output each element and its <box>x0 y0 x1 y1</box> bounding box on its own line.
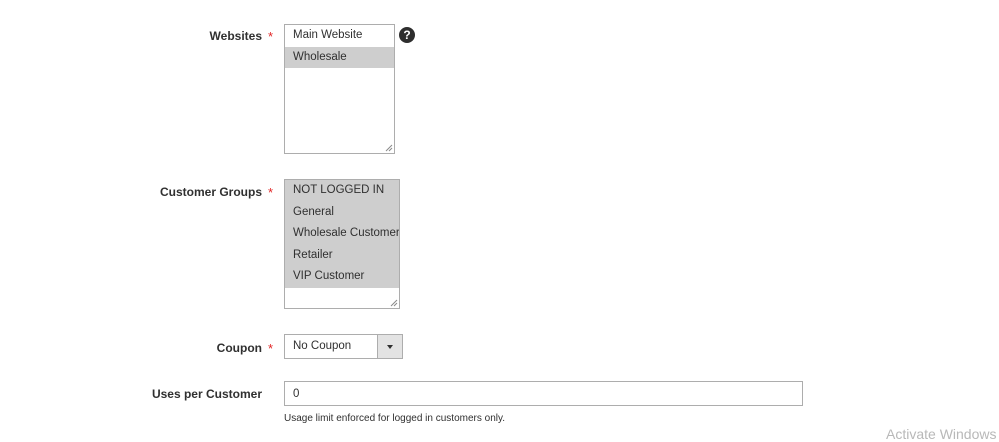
websites-option-wholesale[interactable]: Wholesale <box>285 46 394 68</box>
caret-down-icon[interactable] <box>377 335 402 358</box>
cart-price-rule-form: Websites * Main Website Wholesale ? Cust… <box>0 0 999 442</box>
websites-label: Websites <box>209 29 262 43</box>
coupon-select[interactable]: No Coupon <box>284 334 403 359</box>
coupon-required-star: * <box>268 341 274 356</box>
coupon-label: Coupon <box>216 341 262 355</box>
uses-per-customer-label: Uses per Customer <box>151 387 262 401</box>
resize-grip-icon[interactable] <box>390 299 398 307</box>
customer-group-option-vip-customer[interactable]: VIP Customer <box>285 266 399 288</box>
customer-group-option-retailer[interactable]: Retailer <box>285 244 399 266</box>
customer-groups-required-star: * <box>268 185 274 200</box>
customer-groups-multiselect[interactable]: NOT LOGGED IN General Wholesale Customer… <box>284 179 400 309</box>
activate-windows-watermark: Activate Windows <box>886 426 997 442</box>
websites-multiselect[interactable]: Main Website Wholesale <box>284 24 395 154</box>
customer-group-option-not-logged-in[interactable]: NOT LOGGED IN <box>285 180 399 202</box>
coupon-selected-value: No Coupon <box>293 340 352 352</box>
customer-groups-label: Customer Groups <box>159 185 262 199</box>
customer-group-option-wholesale-customer[interactable]: Wholesale Customer <box>285 223 399 245</box>
websites-required-star: * <box>268 29 274 44</box>
uses-per-customer-input[interactable] <box>284 381 803 406</box>
resize-grip-icon[interactable] <box>385 144 393 152</box>
websites-option-main-website[interactable]: Main Website <box>285 25 394 47</box>
uses-per-customer-note: Usage limit enforced for logged in custo… <box>284 413 506 424</box>
question-circle-icon[interactable]: ? <box>399 27 415 43</box>
customer-group-option-general[interactable]: General <box>285 201 399 223</box>
